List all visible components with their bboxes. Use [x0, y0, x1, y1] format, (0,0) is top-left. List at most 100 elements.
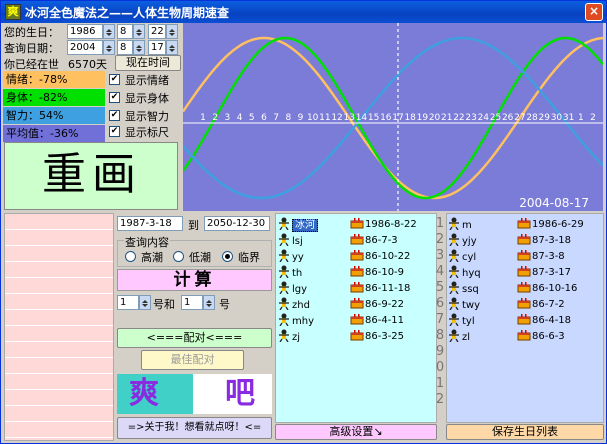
birth-day-field[interactable]: 22 — [148, 24, 166, 39]
redraw-label: 重画 — [42, 149, 142, 200]
birthday-entry-right[interactable]: 1986-6-29 — [517, 217, 584, 231]
person-name-right[interactable]: zl — [447, 329, 470, 343]
radio-peak[interactable] — [125, 251, 136, 262]
now-button[interactable]: 现在时间 — [115, 55, 181, 71]
calculate-button[interactable]: 计算 — [117, 269, 272, 291]
birthday-entry-left[interactable]: 86-10-22 — [350, 249, 410, 263]
radio-trough[interactable] — [173, 251, 184, 262]
x-tick-label: 19 — [417, 113, 429, 123]
person-name-right[interactable]: tyl — [447, 313, 475, 327]
best-match-button[interactable]: 最佳配对 — [141, 350, 244, 370]
cake-icon — [517, 218, 532, 230]
birthday-date-text: 1986-6-29 — [532, 219, 584, 230]
x-tick-label: 1 — [200, 113, 206, 123]
range-from-field[interactable]: 1987-3-18 — [117, 216, 183, 231]
biorhythm-chart: 1 2 3 4 5 6 7 8 9 10 11 12 13 14 15 16 17 18 19 20 21 22 23 24 2… — [183, 23, 603, 211]
cake-icon — [350, 234, 365, 246]
birthday-entry-left[interactable]: 1986-8-22 — [350, 217, 417, 231]
x-tick-label: 20 — [429, 113, 441, 123]
redraw-button[interactable]: 重画 — [4, 142, 178, 210]
birth-month-spinner[interactable] — [133, 24, 145, 39]
person-name-left[interactable]: yy — [277, 249, 304, 263]
query-day-spinner[interactable] — [166, 40, 178, 55]
person-name-left[interactable]: th — [277, 265, 302, 279]
show-intellect-checkbox[interactable]: ✔ — [109, 110, 120, 121]
x-tick-label: 23 — [465, 113, 476, 123]
show-intellect-label: 显示智力 — [125, 110, 169, 123]
birthday-entry-right[interactable]: 86-10-16 — [517, 281, 577, 295]
query-month-spinner[interactable] — [133, 40, 145, 55]
cake-icon — [517, 314, 532, 326]
advanced-settings-button[interactable]: 高级设置↘ — [275, 424, 437, 440]
cake-icon — [517, 250, 532, 262]
query-year-field[interactable]: 2004 — [67, 40, 103, 55]
birthday-entry-right[interactable]: 86-7-2 — [517, 297, 565, 311]
person-icon — [277, 313, 292, 327]
birthday-entry-right[interactable]: 87-3-8 — [517, 249, 565, 263]
birthday-entry-left[interactable]: 86-9-22 — [350, 297, 404, 311]
birthday-entry-left[interactable]: 86-10-9 — [350, 265, 404, 279]
birth-year-field[interactable]: 1986 — [67, 24, 103, 39]
query-year-spinner[interactable] — [103, 40, 115, 55]
birthday-entry-left[interactable]: 86-4-11 — [350, 313, 404, 327]
person-name-right[interactable]: yjy — [447, 233, 477, 247]
cake-icon — [350, 314, 365, 326]
title-bar[interactable]: 爽 冰河全色魔法之——人体生物周期速查 × — [1, 1, 606, 23]
x-tick-label: 22 — [453, 113, 464, 123]
x-tick-label: 2 — [590, 113, 596, 123]
match-button[interactable]: <===配对<=== — [117, 328, 272, 348]
range-to-field[interactable]: 2050-12-30 — [204, 216, 270, 231]
birthday-entry-left[interactable]: 86-11-18 — [350, 281, 410, 295]
close-button[interactable]: × — [585, 3, 603, 21]
query-day-field[interactable]: 17 — [148, 40, 166, 55]
person-name-left[interactable]: 冰河 — [277, 217, 318, 232]
save-birthday-list-button[interactable]: 保存生日列表 — [446, 424, 604, 440]
person-name-text: 冰河 — [292, 219, 318, 232]
person-name-right[interactable]: twy — [447, 297, 480, 311]
row-number: 1 — [435, 376, 445, 391]
birthday-entry-right[interactable]: 87-3-18 — [517, 233, 571, 247]
birthday-entry-right[interactable]: 87-3-17 — [517, 265, 571, 279]
about-button[interactable]: =>关于我！想看就点呀！<= — [117, 417, 272, 439]
person-name-text: tyl — [462, 316, 475, 327]
person-name-left[interactable]: lsj — [277, 233, 303, 247]
birthday-entry-left[interactable]: 86-3-25 — [350, 329, 404, 343]
person-name-right[interactable]: cyl — [447, 249, 476, 263]
result-list-panel[interactable] — [4, 213, 114, 441]
query-month-field[interactable]: 8 — [117, 40, 133, 55]
birth-year-spinner[interactable] — [103, 24, 115, 39]
marker-date-label: 2004-08-17 — [519, 196, 589, 210]
pair-second-spinner[interactable] — [203, 295, 215, 310]
x-tick-label: 14 — [356, 113, 368, 123]
x-tick-label: 24 — [478, 113, 490, 123]
birthday-entry-right[interactable]: 86-4-18 — [517, 313, 571, 327]
person-name-right[interactable]: m — [447, 217, 472, 231]
cool-banner: 爽 吧 — [117, 374, 272, 414]
radio-critical[interactable] — [222, 251, 233, 262]
range-to-label: 到 — [188, 219, 199, 232]
cake-icon — [350, 330, 365, 342]
show-ruler-checkbox[interactable]: ✔ — [109, 126, 120, 137]
x-tick-label: 25 — [490, 113, 501, 123]
pair-first-field[interactable]: 1 — [117, 295, 139, 310]
person-name-left[interactable]: zj — [277, 329, 300, 343]
x-tick-label: 12 — [331, 113, 342, 123]
birthday-entry-right[interactable]: 86-6-3 — [517, 329, 565, 343]
show-physical-checkbox[interactable]: ✔ — [109, 92, 120, 103]
person-name-right[interactable]: hyq — [447, 265, 481, 279]
person-icon — [277, 265, 292, 279]
birth-day-spinner[interactable] — [166, 24, 178, 39]
birth-month-field[interactable]: 8 — [117, 24, 133, 39]
pair-second-field[interactable]: 1 — [181, 295, 203, 310]
pair-first-spinner[interactable] — [139, 295, 151, 310]
birthday-entry-left[interactable]: 86-7-3 — [350, 233, 398, 247]
show-emotion-checkbox[interactable]: ✔ — [109, 74, 120, 85]
person-name-left[interactable]: mhy — [277, 313, 314, 327]
row-number: 0 — [435, 360, 445, 375]
person-name-right[interactable]: ssq — [447, 281, 479, 295]
person-name-text: hyq — [462, 268, 481, 279]
person-name-left[interactable]: lgy — [277, 281, 307, 295]
person-name-text: lsj — [292, 236, 303, 247]
person-name-left[interactable]: zhd — [277, 297, 310, 311]
physical-bar: 身体：-82% — [3, 89, 105, 106]
